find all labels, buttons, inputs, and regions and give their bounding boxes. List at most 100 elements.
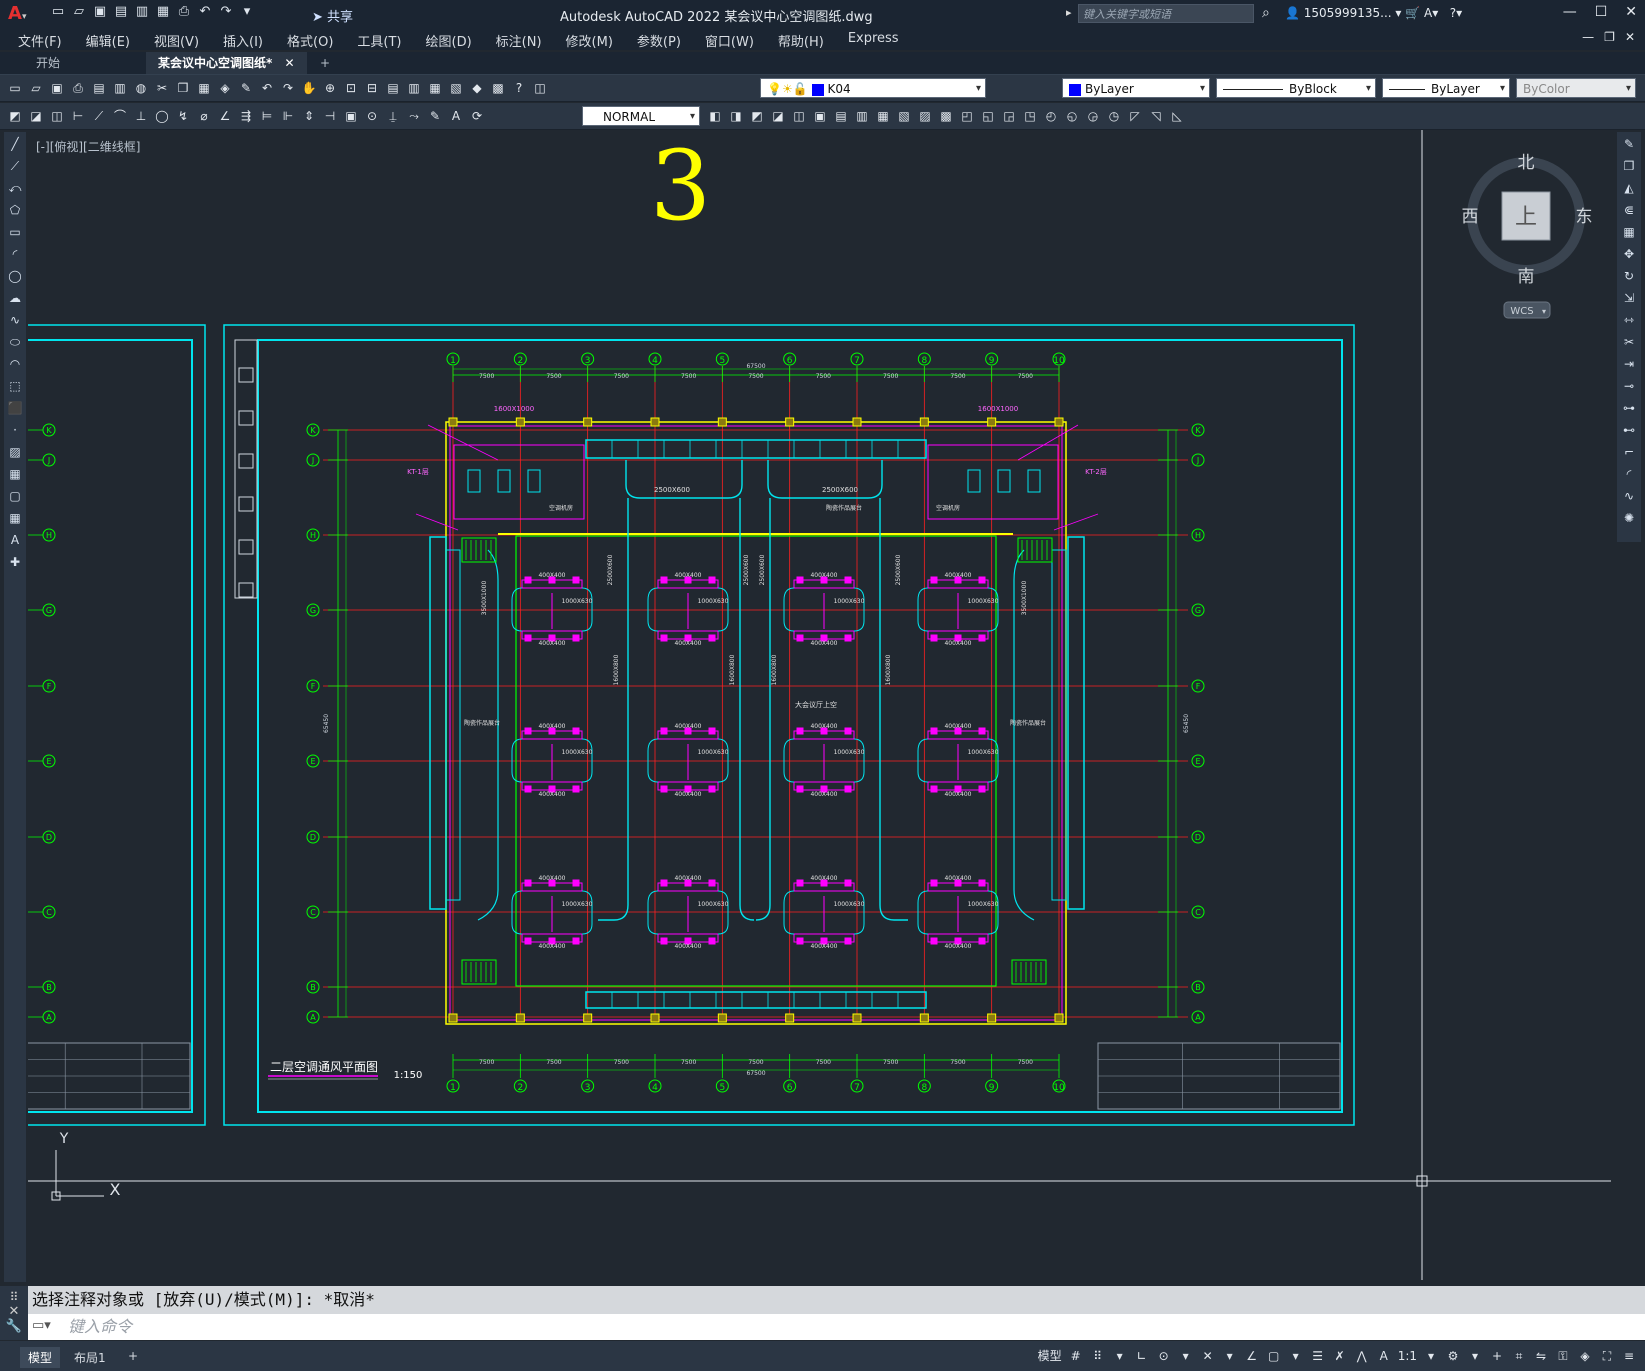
menu-item-6[interactable]: 绘图(D) — [426, 31, 472, 50]
continue-icon[interactable]: ⊩ — [279, 107, 297, 125]
intersect-icon[interactable]: ▣ — [811, 107, 829, 125]
menu-item-3[interactable]: 插入(I) — [223, 31, 263, 50]
point-icon[interactable]: · — [5, 420, 25, 440]
share-button[interactable]: ➤ 共享 — [312, 6, 353, 25]
minimize-icon[interactable]: — — [1563, 4, 1577, 20]
trim-icon[interactable]: ✂ — [1618, 332, 1640, 352]
snap-icon[interactable]: ⠿ — [1090, 1346, 1106, 1366]
compass-south[interactable]: 南 — [1518, 267, 1535, 287]
annotation-scale-icon[interactable]: A — [1376, 1346, 1392, 1366]
plot-icon[interactable]: ▥ — [111, 79, 129, 97]
annotation-monitor-icon[interactable]: + — [1489, 1346, 1505, 1366]
arc-icon[interactable]: ◜ — [5, 244, 25, 264]
linetype-dropdown[interactable]: ByBlock ▾ — [1216, 78, 1376, 98]
properties-icon[interactable]: ▤ — [384, 79, 402, 97]
publish-icon[interactable]: ◍ — [132, 79, 150, 97]
3d-cylinder-icon[interactable]: ◩ — [748, 107, 766, 125]
annotation-visibility-icon[interactable]: ✗ — [1332, 1346, 1348, 1366]
tab-model[interactable]: 模型 — [20, 1347, 61, 1368]
blend-icon[interactable]: ∿ — [1618, 486, 1640, 506]
new-tab-icon[interactable]: + — [308, 52, 342, 74]
menu-item-10[interactable]: 窗口(W) — [705, 31, 754, 50]
copy-icon[interactable]: ❐ — [174, 79, 192, 97]
revision-cloud-icon[interactable]: ☁ — [5, 288, 25, 308]
layer-previous-icon[interactable]: ◫ — [48, 107, 66, 125]
dim-text-edit-icon[interactable]: A — [447, 107, 465, 125]
new-icon[interactable]: ▭ — [50, 4, 66, 20]
design-center-icon[interactable]: ▥ — [405, 79, 423, 97]
dim-diameter-icon[interactable]: ⌀ — [195, 107, 213, 125]
extend-icon[interactable]: ⇥ — [1618, 354, 1640, 374]
construction-line-icon[interactable]: ⟋ — [5, 156, 25, 176]
fullscreen-icon[interactable]: ⛶ — [1599, 1346, 1615, 1366]
plot-preview-icon[interactable]: ▤ — [90, 79, 108, 97]
zoom-previous-icon[interactable]: ⊟ — [363, 79, 381, 97]
polar-icon[interactable]: ⊙ — [1156, 1346, 1172, 1366]
cut-icon[interactable]: ✂ — [153, 79, 171, 97]
sweep-icon[interactable]: ▦ — [874, 107, 892, 125]
dim-break-icon[interactable]: ⊣ — [321, 107, 339, 125]
dim-ordinate-icon[interactable]: ⊥ — [132, 107, 150, 125]
color-dropdown[interactable]: ByLayer ▾ — [1062, 78, 1210, 98]
command-prompt-icon[interactable]: ▭▾ — [32, 1318, 51, 1333]
break-icon[interactable]: ⊶ — [1618, 398, 1640, 418]
ellipse-icon[interactable]: ⬭ — [5, 332, 25, 352]
dim-space-icon[interactable]: ⇕ — [300, 107, 318, 125]
menu-item-0[interactable]: 文件(F) — [18, 31, 62, 50]
cart-icon[interactable]: 🛒 — [1405, 6, 1420, 20]
lineweight-dropdown[interactable]: ByLayer ▾ — [1382, 78, 1510, 98]
join-icon[interactable]: ⊷ — [1618, 420, 1640, 440]
menu-item-2[interactable]: 视图(V) — [154, 31, 199, 50]
brush-icon[interactable]: ✎ — [237, 79, 255, 97]
region-icon[interactable]: ▢ — [5, 486, 25, 506]
quick-dim-icon[interactable]: ⇶ — [237, 107, 255, 125]
model-space-toggle[interactable]: 模型 — [1038, 1346, 1062, 1366]
scale-dropdown-icon[interactable]: ▾ — [1423, 1346, 1439, 1366]
rotate-icon[interactable]: ↻ — [1618, 266, 1640, 286]
osnap-icon[interactable]: ▢ — [1266, 1346, 1282, 1366]
iso-dropdown-icon[interactable]: ▾ — [1222, 1346, 1238, 1366]
array-icon[interactable]: ▦ — [1618, 222, 1640, 242]
erase-icon[interactable]: ✎ — [1618, 134, 1640, 154]
redo-icon[interactable]: ↷ — [279, 79, 297, 97]
pan-icon[interactable]: ✋ — [300, 79, 318, 97]
copy-object-icon[interactable]: ❐ — [1618, 156, 1640, 176]
menu-item-4[interactable]: 格式(O) — [287, 31, 333, 50]
customize-menu-icon[interactable]: ≡ — [1621, 1346, 1637, 1366]
isolate-objects-icon[interactable]: ◈ — [1577, 1346, 1593, 1366]
open-icon[interactable]: ▱ — [27, 79, 45, 97]
close-icon[interactable]: ✕ — [1625, 4, 1637, 20]
compass-west[interactable]: 西 — [1462, 207, 1479, 227]
extrude-icon[interactable]: ▤ — [832, 107, 850, 125]
3d-mirror-icon[interactable]: ◶ — [1084, 107, 1102, 125]
autocad-logo[interactable]: A▾ — [8, 3, 26, 24]
explode-icon[interactable]: ✺ — [1618, 508, 1640, 528]
mirror-icon[interactable]: ◭ — [1618, 178, 1640, 198]
3d-move-icon[interactable]: ◳ — [1021, 107, 1039, 125]
polyline-icon[interactable]: ⤺ — [5, 178, 25, 198]
publish-icon[interactable]: ▦ — [155, 4, 171, 20]
polar-dropdown-icon[interactable]: ▾ — [1178, 1346, 1194, 1366]
fillet-icon[interactable]: ◜ — [1618, 464, 1640, 484]
osnap-dropdown-icon[interactable]: ▾ — [1288, 1346, 1304, 1366]
section-icon[interactable]: ▩ — [937, 107, 955, 125]
3d-sphere-icon[interactable]: ◨ — [727, 107, 745, 125]
user-account[interactable]: 👤 1505999135... ▾ 🛒 A▾ ?▾ — [1285, 6, 1462, 20]
quickcalc-icon[interactable]: ▩ — [489, 79, 507, 97]
command-line-handle[interactable]: ⠿ ✕ 🔧 — [0, 1286, 28, 1340]
search-expand-icon[interactable]: ▸ — [1066, 6, 1072, 19]
hatch-icon[interactable]: ▨ — [5, 442, 25, 462]
dim-update-icon[interactable]: ⟳ — [468, 107, 486, 125]
layer-dropdown[interactable]: 💡☀🔓 K04 ▾ — [760, 78, 986, 98]
offset-icon[interactable]: ⋐ — [1618, 200, 1640, 220]
isodraft-icon[interactable]: ✕ — [1200, 1346, 1216, 1366]
revolve-icon[interactable]: ▥ — [853, 107, 871, 125]
menu-item-7[interactable]: 标注(N) — [496, 31, 542, 50]
lock-ui-icon[interactable]: ⚿ — [1555, 1346, 1571, 1366]
shell-icon[interactable]: ◰ — [958, 107, 976, 125]
chamfer-edge-icon[interactable]: ◲ — [1000, 107, 1018, 125]
auto-scale-icon[interactable]: ⋀ — [1354, 1346, 1370, 1366]
snap-dropdown-icon[interactable]: ▾ — [1112, 1346, 1128, 1366]
undo-icon[interactable]: ↶ — [197, 4, 213, 20]
command-close-icon[interactable]: ✕ — [0, 1304, 28, 1319]
